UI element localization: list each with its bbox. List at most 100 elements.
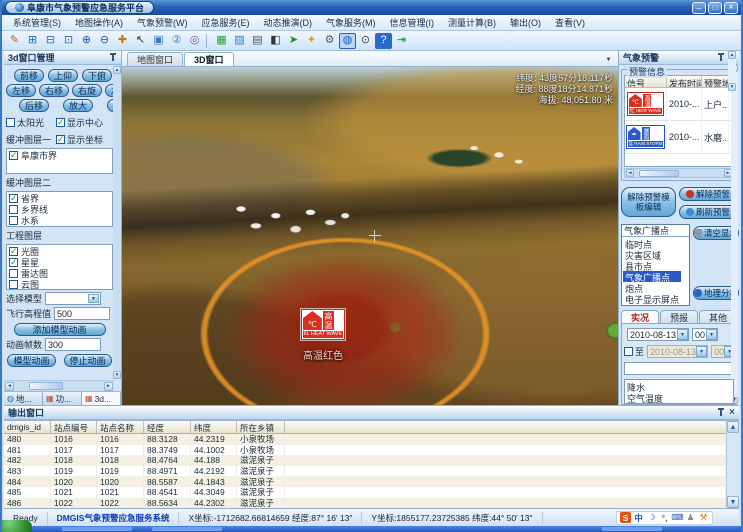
remove-warning-template-edit-button[interactable]: 解除预警模板编辑 — [621, 187, 676, 217]
point-type-option[interactable]: 炮点 — [623, 282, 681, 293]
layer-item[interactable]: 水系 — [9, 215, 110, 225]
project-layers-list[interactable]: 光圈星星雷达图云图 — [6, 244, 113, 290]
select-arrow-icon[interactable]: ↖ — [132, 33, 149, 49]
left-panel-vertical-scrollbar[interactable] — [113, 66, 121, 379]
soft-keyboard-icon[interactable]: ⌨ — [672, 512, 683, 523]
layer-item[interactable]: 省界 — [9, 193, 110, 203]
help-icon[interactable]: ? — [375, 33, 392, 49]
menu-item[interactable]: 地图操作(A) — [68, 14, 130, 31]
snapshot-icon[interactable]: ▨ — [231, 33, 248, 49]
weather-element-item[interactable]: 空气温度 — [627, 392, 724, 403]
tab-list-dropdown-icon[interactable] — [604, 56, 613, 64]
menu-item[interactable]: 测量计算(B) — [441, 14, 503, 31]
output-column-header[interactable]: dmgis_id — [4, 421, 51, 433]
nav-button[interactable]: 下俯 — [82, 69, 112, 82]
toolbox-icon[interactable]: ⚒ — [698, 512, 709, 523]
menu-item[interactable]: 气象服务(M) — [319, 14, 383, 31]
start-date-select[interactable]: 2010-08-13 — [627, 328, 689, 341]
zoom-in-icon[interactable]: ⊕ — [78, 33, 95, 49]
taskbar[interactable] — [2, 526, 741, 532]
scroll-right-icon[interactable] — [104, 382, 113, 391]
zoom-box-free-icon[interactable]: ⊡ — [60, 33, 77, 49]
pin-icon[interactable] — [109, 53, 117, 62]
menu-item[interactable]: 输出(O) — [503, 14, 548, 31]
panel-tab[interactable]: ▦功... — [43, 392, 82, 405]
sunlight-checkbox[interactable]: 太阳光 — [6, 116, 56, 129]
eye-icon[interactable]: ⊙ — [357, 33, 374, 49]
nav-button[interactable]: 后移 — [19, 99, 49, 112]
chinese-input-icon[interactable]: 中 — [633, 512, 644, 523]
layer-item[interactable]: 光圈 — [9, 246, 104, 256]
menu-item[interactable]: 信息管理(I) — [383, 14, 442, 31]
nav-button[interactable]: 左移 — [6, 84, 36, 97]
scroll-left-icon[interactable] — [626, 169, 634, 177]
left-panel-horizontal-scrollbar[interactable] — [4, 380, 114, 391]
nav-button[interactable]: 放大 — [63, 99, 93, 112]
heat-warning-icon[interactable]: ℃ 高温 红 HEAT WAVE — [301, 309, 345, 340]
station-row[interactable]: 48410201020 88.558744.1843滋泥泉子 — [4, 476, 726, 487]
scroll-up-icon[interactable] — [727, 421, 739, 433]
dropdown-arrow-icon[interactable] — [88, 294, 99, 303]
output-column-header[interactable]: 经度 — [144, 421, 191, 433]
start-hour-select[interactable]: 00 — [692, 328, 718, 341]
fly-route-icon[interactable]: ➤ — [285, 33, 302, 49]
measure-icon[interactable]: ✎ — [6, 33, 23, 49]
point-type-value[interactable]: 气象广播点 — [622, 225, 689, 237]
station-row[interactable]: 48110171017 88.374944.1002小泉牧场 — [4, 445, 726, 456]
station-row[interactable]: 48310191019 88.497144.2192滋泥泉子 — [4, 466, 726, 477]
layer-item[interactable]: 雷达图 — [9, 268, 104, 278]
station-row[interactable]: 48010161016 88.312844.2319小泉牧场 — [4, 434, 726, 445]
close-button[interactable] — [724, 2, 738, 14]
station-row[interactable]: 48610221022 88.563444.2302滋泥泉子 — [4, 498, 726, 508]
taskbar-button[interactable] — [602, 527, 662, 531]
layer-item[interactable]: 星星 — [9, 257, 104, 267]
warning-column-header[interactable]: 发布时间 — [667, 76, 702, 87]
warning-table-horizontal-scrollbar[interactable] — [624, 168, 734, 178]
output-column-header[interactable]: 纬度 — [191, 421, 237, 433]
pan-icon[interactable]: ✚ — [114, 33, 131, 49]
condition-tab[interactable]: 预报 — [660, 310, 698, 323]
basemap-icon[interactable]: ▦ — [213, 33, 230, 49]
dropdown-arrow-icon[interactable] — [677, 329, 688, 340]
end-date-select[interactable]: 2010-08-13 — [647, 345, 708, 358]
flight-height-input[interactable] — [54, 307, 110, 320]
point-type-option[interactable]: 县市点 — [623, 260, 681, 271]
scroll-down-icon[interactable] — [113, 371, 121, 379]
scroll-down-icon[interactable] — [727, 496, 739, 508]
output-column-header[interactable]: 所在乡镇 — [237, 421, 285, 433]
minimize-button[interactable] — [692, 2, 706, 14]
weather-element-item[interactable]: 降水 — [627, 381, 724, 392]
output-vertical-scrollbar[interactable] — [726, 421, 739, 508]
scrollbar-thumb[interactable] — [639, 170, 679, 177]
zoom-box-in-icon[interactable]: ⊞ — [24, 33, 41, 49]
station-row[interactable]: 48210181018 88.476444.188滋泥泉子 — [4, 455, 726, 466]
panel-tab[interactable]: ◍地... — [4, 392, 43, 405]
output-column-header[interactable]: 站点编号 — [51, 421, 97, 433]
person-icon[interactable]: ♟ — [685, 512, 696, 523]
model-select[interactable] — [45, 292, 101, 305]
condition-tab[interactable]: 实况 — [621, 310, 659, 323]
stop-animation-button[interactable]: 停止动画 — [64, 354, 112, 367]
menu-item[interactable]: 应急服务(E) — [195, 14, 257, 31]
zoom-out-icon[interactable]: ⊖ — [96, 33, 113, 49]
remove-warning-button[interactable]: 解除预警 — [679, 187, 737, 201]
vehicle-icon[interactable]: ◧ — [267, 33, 284, 49]
menu-item[interactable]: 气象预警(W) — [130, 14, 195, 31]
scrollbar-thumb[interactable] — [29, 382, 63, 390]
buffer-layer1-list[interactable]: 阜康市界 — [6, 148, 113, 174]
previous-extent-icon[interactable]: ② — [168, 33, 185, 49]
buffer-layer2-list[interactable]: 省界乡界线水系 — [6, 191, 113, 227]
map-window-tab[interactable]: 地图窗口 — [127, 52, 183, 66]
globe-3d-icon[interactable]: ◍ — [339, 33, 356, 49]
nav-button[interactable]: 上仰 — [48, 69, 78, 82]
moon-icon[interactable]: ☽ — [646, 512, 657, 523]
point-type-option[interactable]: 气象广播点 — [623, 271, 681, 282]
scroll-left-icon[interactable] — [5, 382, 14, 391]
menu-item[interactable]: 查看(V) — [548, 14, 592, 31]
layer-item[interactable]: 阜康市界 — [9, 150, 110, 160]
key-icon[interactable]: ✦ — [303, 33, 320, 49]
point-type-list[interactable]: 临时点灾害区域县市点气象广播点炮点电子显示屏点 — [622, 237, 689, 305]
zoom-box-out-icon[interactable]: ⊟ — [42, 33, 59, 49]
warning-row[interactable]: ℃ 高温 红 HEAT WAVE 2010-... 上户... — [625, 88, 733, 121]
menu-item[interactable]: 系统管理(S) — [6, 14, 68, 31]
